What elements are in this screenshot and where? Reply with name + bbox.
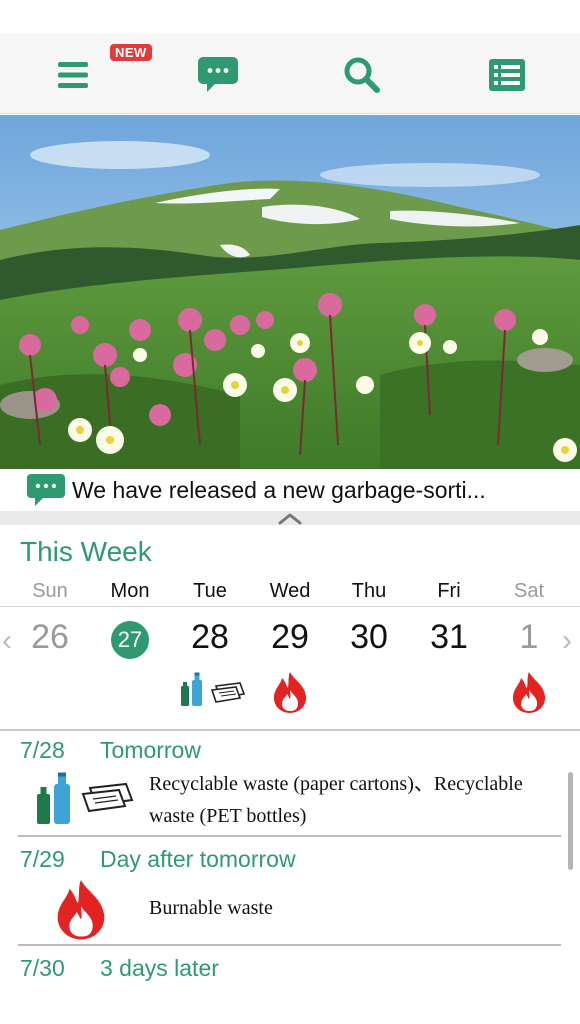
pet-bottle-icon: [37, 772, 70, 824]
app-screen: NEW We have released a new garbage-sorti…: [0, 0, 580, 1024]
day-name-fri: Fri: [437, 580, 461, 602]
week-dates: 26 27 28 29 30 31 1: [0, 612, 580, 668]
day-name-wed: Wed: [269, 580, 311, 602]
paper-carton-icon: [81, 782, 134, 813]
fire-icon: [57, 880, 105, 940]
hero-photo: [0, 115, 580, 469]
entry-relative: 3 days later: [100, 955, 219, 981]
divider: [0, 729, 580, 731]
divider: [0, 606, 580, 607]
scrollbar[interactable]: [568, 772, 573, 870]
divider: [18, 944, 561, 946]
chat-icon: [198, 57, 238, 92]
day-name-sun: Sun: [32, 580, 68, 602]
list-item-header: 7/29 Day after tomorrow: [20, 846, 296, 873]
fire-icon: [273, 672, 307, 713]
entry-date: 7/29: [20, 846, 65, 872]
entry-date: 7/30: [20, 955, 65, 981]
day-name-tue: Tue: [193, 580, 227, 602]
date-cell[interactable]: 28: [170, 618, 250, 657]
day-name-thu: Thu: [351, 580, 387, 602]
chevron-up-icon: [278, 513, 302, 525]
divider: [18, 835, 561, 837]
top-toolbar: NEW: [0, 34, 580, 114]
week-title: This Week: [20, 536, 152, 567]
paper-carton-icon: [210, 682, 246, 703]
new-badge: NEW: [110, 44, 152, 61]
entry-date: 7/28: [20, 737, 65, 763]
date-cell[interactable]: 30: [329, 618, 409, 657]
date-cell[interactable]: 29: [250, 618, 330, 657]
today-marker: 27: [111, 621, 149, 659]
fire-icon: [512, 672, 546, 713]
search-button[interactable]: [340, 54, 384, 96]
date-cell[interactable]: 26: [10, 618, 90, 657]
news-text: We have released a new garbage-sorti...: [72, 476, 486, 503]
list-icon: [489, 59, 525, 91]
messages-button[interactable]: [196, 54, 240, 96]
date-cell[interactable]: 1: [489, 618, 569, 657]
news-banner[interactable]: We have released a new garbage-sorti...: [0, 469, 580, 511]
list-item-header: 7/28 Tomorrow: [20, 737, 201, 764]
menu-button[interactable]: [51, 54, 95, 96]
weekday-header: Sun Mon Tue Wed Thu Fri Sat: [0, 580, 580, 606]
pet-bottle-icon: [181, 672, 202, 706]
search-icon: [344, 57, 380, 93]
list-button[interactable]: [485, 54, 529, 96]
entry-relative: Day after tomorrow: [100, 846, 296, 872]
collapse-handle[interactable]: [0, 511, 580, 525]
date-cell-today[interactable]: 27: [90, 612, 170, 659]
chat-icon: [27, 474, 65, 506]
day-name-mon: Mon: [110, 580, 150, 602]
entry-description: Recyclable waste (paper cartons)、Recycla…: [149, 773, 523, 827]
entry-relative: Tomorrow: [100, 737, 201, 763]
menu-icon: [58, 62, 88, 88]
date-cell[interactable]: 31: [409, 618, 489, 657]
day-name-sat: Sat: [513, 580, 545, 602]
entry-description: Burnable waste: [149, 897, 273, 919]
list-item-header: 7/30 3 days later: [20, 955, 219, 982]
